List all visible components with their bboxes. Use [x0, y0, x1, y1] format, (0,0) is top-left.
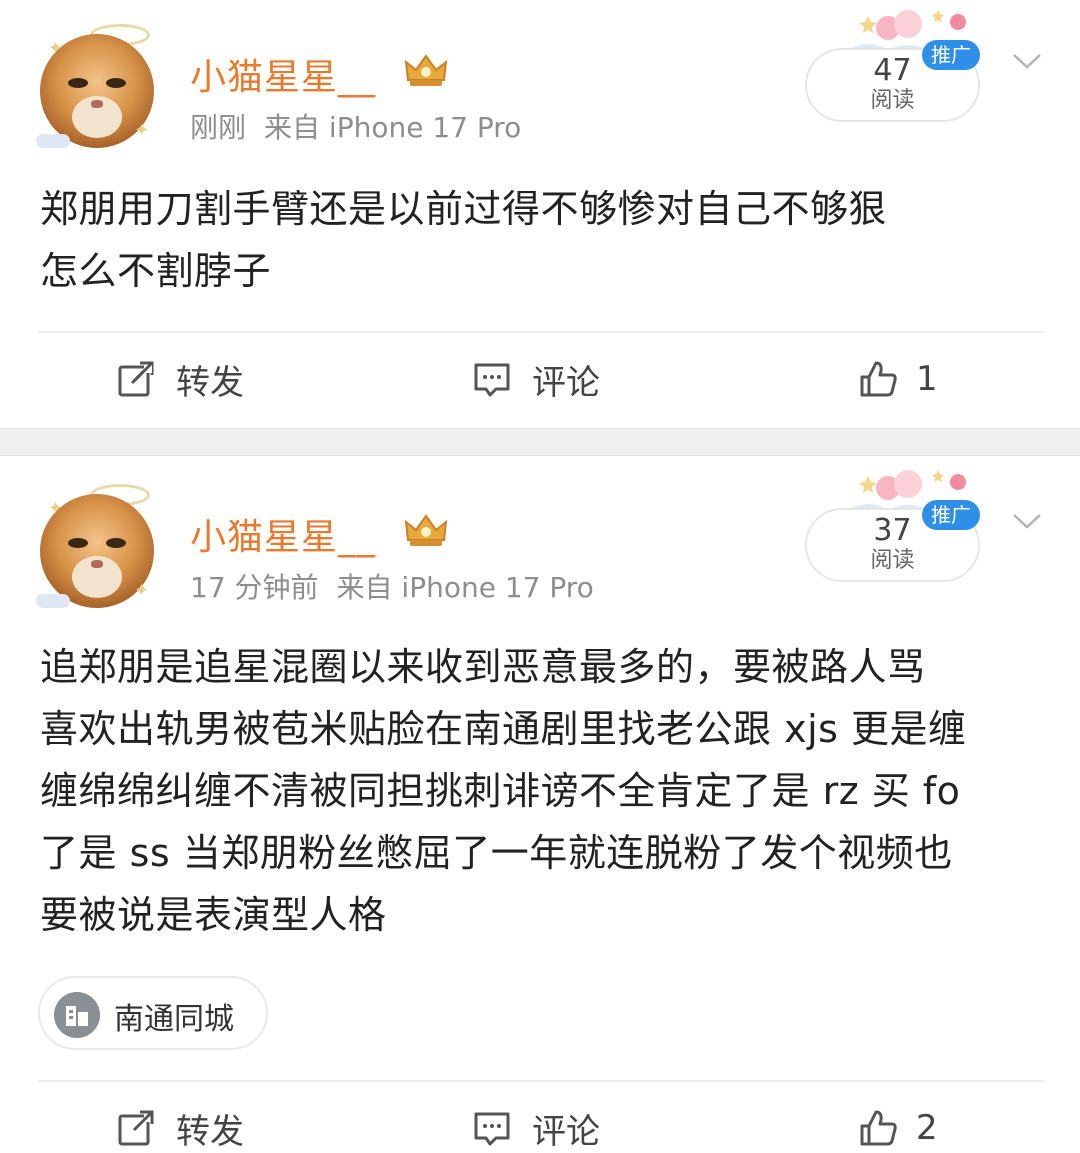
comment-label: 评论: [532, 1111, 600, 1152]
comment-label: 评论: [532, 362, 600, 403]
avatar[interactable]: ✦ ✦: [36, 24, 158, 150]
cloud-decoration: [36, 594, 70, 608]
repost-button[interactable]: 转发: [116, 1106, 244, 1152]
divider: [38, 331, 1044, 333]
promo-tag: 推广: [922, 40, 980, 70]
like-button[interactable]: 1: [858, 357, 938, 401]
content-line: 了是 ss 当郑朋粉丝憋屈了一年就连脱粉了发个视频也: [40, 831, 953, 875]
post-content[interactable]: 追郑朋是追星混圈以来收到恶意最多的，要被路人骂 喜欢出轨男被苞米贴脸在南通剧里找…: [40, 636, 1050, 946]
crown-badge-icon[interactable]: [402, 510, 450, 550]
repost-icon: [118, 361, 154, 397]
content-line: 怎么不割脖子: [40, 249, 272, 293]
username[interactable]: 小猫星星__: [190, 508, 376, 560]
comment-icon: [474, 1112, 510, 1146]
like-count: 1: [916, 359, 938, 399]
star-decoration-icon: ✦: [48, 498, 64, 519]
repost-label: 转发: [176, 1111, 244, 1152]
thumbs-up-icon: [860, 1110, 897, 1146]
post-source[interactable]: 来自 iPhone 17 Pro: [337, 571, 594, 604]
content-line: 喜欢出轨男被苞米贴脸在南通剧里找老公跟 xjs 更是缠: [40, 707, 967, 751]
star-decoration-icon: ✦: [48, 38, 64, 59]
thumbs-up-icon: [860, 361, 897, 397]
chevron-down-icon[interactable]: [1012, 512, 1042, 530]
post-content[interactable]: 郑朋用刀割手臂还是以前过得不够惨对自己不够狠 怎么不割脖子: [40, 178, 1050, 302]
repost-button[interactable]: 转发: [116, 357, 244, 403]
content-line: 缠绵绵纠缠不清被同担挑刺诽谤不全肯定了是 rz 买 fo: [40, 769, 961, 813]
post-source[interactable]: 来自 iPhone 17 Pro: [264, 111, 521, 144]
city-icon: [54, 992, 100, 1038]
comment-icon: [474, 363, 510, 397]
post-card[interactable]: ✦ ✦ 小猫星星__ 17 分钟前 来自 iPhone 17 Pro 37 阅读 …: [0, 456, 1080, 1153]
read-label: 阅读: [870, 548, 915, 573]
post-card[interactable]: ✦ ✦ 小猫星星__ 刚刚 来自 iPhone 17 Pro 47 阅读 推广 郑…: [0, 0, 1080, 428]
comment-button[interactable]: 评论: [472, 357, 600, 403]
post-time: 刚刚: [190, 111, 247, 144]
divider: [38, 1080, 1044, 1082]
like-button[interactable]: 2: [858, 1106, 938, 1150]
post-meta: 刚刚 来自 iPhone 17 Pro: [190, 106, 539, 146]
feed-separator: [0, 428, 1080, 456]
post-time: 17 分钟前: [190, 571, 319, 604]
repost-icon: [118, 1110, 154, 1146]
star-decoration-icon: ✦: [134, 580, 150, 601]
promo-tag: 推广: [922, 500, 980, 530]
content-line: 要被说是表演型人格: [40, 893, 387, 937]
star-decoration-icon: ✦: [134, 120, 150, 141]
comment-button[interactable]: 评论: [472, 1106, 600, 1152]
content-line: 郑朋用刀割手臂还是以前过得不够惨对自己不够狠: [40, 187, 888, 231]
avatar[interactable]: ✦ ✦: [36, 484, 158, 610]
content-line: 追郑朋是追星混圈以来收到恶意最多的，要被路人骂: [40, 645, 926, 689]
cloud-decoration: [36, 134, 70, 148]
repost-label: 转发: [176, 362, 244, 403]
location-chip[interactable]: 南通同城: [38, 976, 268, 1050]
post-meta: 17 分钟前 来自 iPhone 17 Pro: [190, 566, 612, 606]
read-label: 阅读: [870, 88, 915, 113]
crown-badge-icon[interactable]: [402, 50, 450, 90]
location-label: 南通同城: [114, 1002, 234, 1037]
like-count: 2: [916, 1108, 938, 1148]
chevron-down-icon[interactable]: [1012, 52, 1042, 70]
username[interactable]: 小猫星星__: [190, 48, 376, 100]
